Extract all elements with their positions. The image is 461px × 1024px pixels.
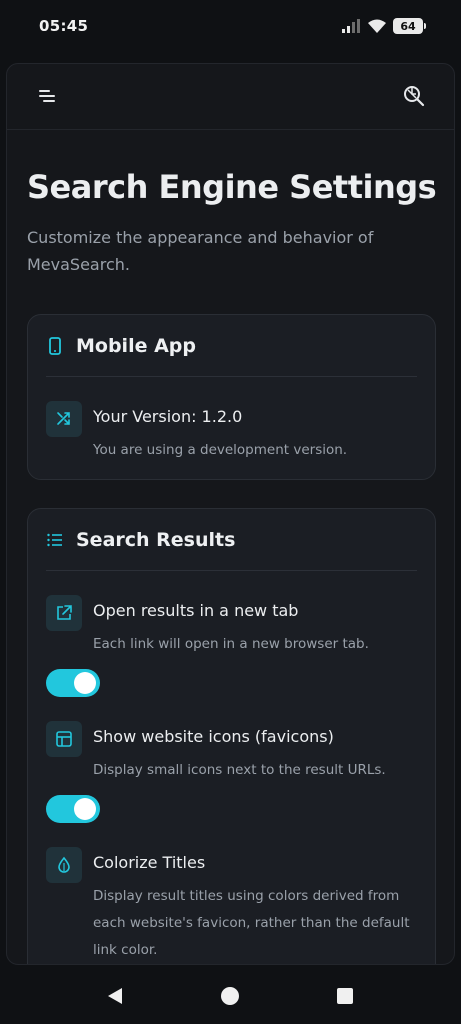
mobile-app-title: Mobile App [76, 334, 196, 357]
back-icon[interactable] [105, 986, 125, 1006]
new-tab-icon-box [46, 595, 82, 631]
recents-icon[interactable] [335, 986, 355, 1006]
external-link-icon [57, 605, 72, 620]
battery-indicator: 64 [393, 18, 426, 34]
version-description: You are using a development version. [93, 442, 348, 458]
navigation-bar [0, 966, 461, 1024]
version-icon-box [46, 401, 82, 437]
setting-favicons: Show website icons (favicons) Display sm… [46, 721, 421, 783]
new-tab-toggle-knob [74, 672, 96, 694]
mobile-app-header: Mobile App [46, 315, 417, 377]
favicons-title: Show website icons (favicons) [93, 727, 334, 746]
setting-new-tab: Open results in a new tab Each link will… [46, 595, 421, 657]
home-icon[interactable] [220, 986, 240, 1006]
wifi-icon [368, 19, 386, 33]
status-time: 05:45 [39, 17, 89, 35]
search-results-card: Search Results Open results in a new tab… [27, 508, 436, 964]
phone-icon [49, 336, 61, 355]
mobile-app-card: Mobile App Your Version: 1.2.0 You are u… [27, 314, 436, 480]
page-title: Search Engine Settings [27, 168, 437, 206]
status-icons: 64 [341, 18, 426, 34]
search-settings-icon[interactable] [402, 84, 426, 108]
favicons-description: Display small icons next to the result U… [93, 762, 386, 778]
favicons-toggle[interactable] [46, 795, 100, 823]
favicons-icon-box [46, 721, 82, 757]
colorize-icon-box [46, 847, 82, 883]
droplet-icon [58, 856, 70, 873]
search-results-title: Search Results [76, 528, 236, 551]
setting-colorize-titles: Colorize Titles Display result titles us… [46, 847, 421, 964]
top-bar [7, 64, 454, 130]
list-icon [47, 533, 62, 546]
page-description: Customize the appearance and behavior of… [27, 228, 374, 274]
colorize-description: Display result titles using colors deriv… [93, 888, 410, 958]
new-tab-description: Each link will open in a new browser tab… [93, 636, 369, 652]
status-bar: 05:45 64 [0, 0, 461, 56]
new-tab-title: Open results in a new tab [93, 601, 299, 620]
menu-icon[interactable] [37, 86, 57, 106]
new-tab-toggle[interactable] [46, 669, 100, 697]
signal-icon [342, 19, 360, 33]
version-info: Your Version: 1.2.0 You are using a deve… [46, 401, 421, 465]
layout-icon [56, 731, 72, 747]
search-results-header: Search Results [46, 509, 417, 571]
app-frame: Search Engine Settings Customize the app… [6, 63, 455, 965]
favicons-toggle-knob [74, 798, 96, 820]
shuffle-icon [57, 412, 70, 425]
version-title: Your Version: 1.2.0 [93, 407, 243, 426]
colorize-title: Colorize Titles [93, 853, 206, 872]
